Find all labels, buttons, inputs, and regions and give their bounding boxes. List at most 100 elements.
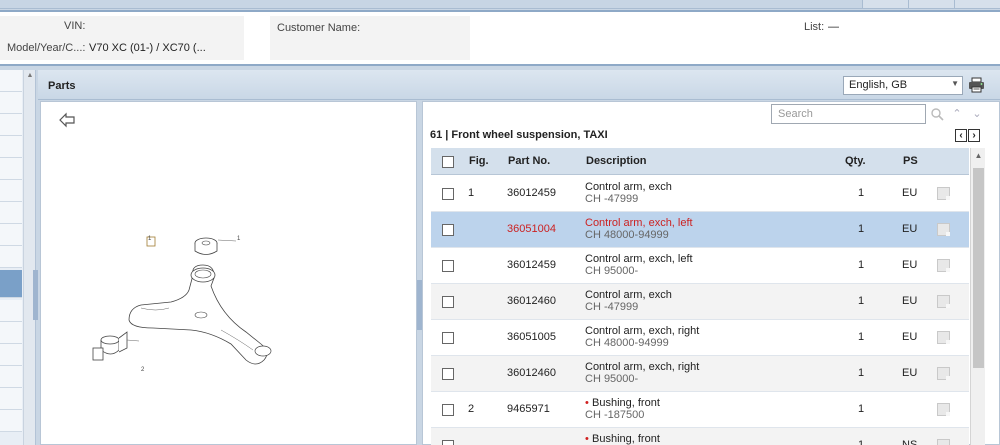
nav-row[interactable] <box>0 92 22 114</box>
parts-table: Fig. Part No. Description Qty. PS 1 3601… <box>431 148 985 445</box>
row-ps: EU <box>902 331 918 343</box>
table-row[interactable]: 1 36012459 Control arm, exch CH -47999 1… <box>431 176 969 212</box>
collapse-left-handle[interactable] <box>33 270 38 320</box>
previous-result-icon[interactable]: ⌃ <box>948 105 966 123</box>
nav-row[interactable] <box>0 224 22 246</box>
row-ps: EU <box>902 259 918 271</box>
bullet-icon: • <box>585 433 589 445</box>
row-checkbox[interactable] <box>442 224 454 236</box>
nav-row[interactable] <box>0 410 22 432</box>
row-description: Control arm, exch <box>585 181 672 193</box>
nav-row[interactable] <box>0 114 22 136</box>
nav-row[interactable] <box>0 158 22 180</box>
prev-page-button[interactable]: ‹ <box>955 129 967 142</box>
table-row-selected[interactable]: 36051004 Control arm, exch, left CH 4800… <box>431 212 969 248</box>
row-description-sub: CH 48000-94999 <box>585 229 669 241</box>
row-qty: 1 <box>858 439 865 445</box>
row-qty: 1 <box>858 403 865 415</box>
row-part-no: 9465971 <box>507 403 550 415</box>
callout-2[interactable]: 2 <box>141 367 144 373</box>
callout-box-label: 1 <box>148 236 152 242</box>
row-qty: 1 <box>858 295 865 307</box>
table-scrollbar[interactable]: ▲ <box>970 148 985 445</box>
row-part-no: 36012459 <box>507 187 556 199</box>
note-icon[interactable] <box>937 223 950 236</box>
row-qty: 1 <box>858 259 865 271</box>
nav-row[interactable] <box>0 300 22 322</box>
row-description: Bushing, front <box>592 433 660 445</box>
nav-row[interactable] <box>0 344 22 366</box>
note-icon[interactable] <box>937 259 950 272</box>
table-row[interactable]: 36012460 Control arm, exch, right CH 950… <box>431 356 969 392</box>
search-input[interactable]: Search <box>771 104 926 124</box>
toolbar-tab[interactable] <box>908 0 954 8</box>
col-description[interactable]: Description <box>586 155 647 167</box>
nav-row[interactable] <box>0 246 22 268</box>
toolbar-tab[interactable] <box>954 0 1000 8</box>
nav-row-selected[interactable] <box>0 270 22 298</box>
table-row[interactable]: 36012460 Control arm, exch CH -47999 1 E… <box>431 284 969 320</box>
note-icon[interactable] <box>937 439 950 445</box>
nav-row[interactable] <box>0 202 22 224</box>
back-arrow-icon[interactable] <box>58 112 76 128</box>
row-qty: 1 <box>858 223 865 235</box>
nav-row[interactable] <box>0 70 22 92</box>
row-description: Control arm, exch, left <box>585 253 693 265</box>
row-ps: EU <box>902 295 918 307</box>
vin-label: VIN: <box>64 20 86 32</box>
row-description: Control arm, exch, right <box>585 325 700 337</box>
scroll-up-icon[interactable]: ▲ <box>971 151 985 160</box>
table-row[interactable]: 2 9465971 • Bushing, front CH -187500 1 <box>431 392 969 428</box>
nav-row[interactable] <box>0 388 22 410</box>
row-part-no: 36051005 <box>507 331 556 343</box>
list-label: List: <box>804 21 825 33</box>
table-row[interactable]: • Bushing, front 1 NS <box>431 428 969 445</box>
select-all-checkbox[interactable] <box>442 156 454 168</box>
row-checkbox[interactable] <box>442 404 454 416</box>
row-checkbox[interactable] <box>442 188 454 200</box>
note-icon[interactable] <box>937 295 950 308</box>
row-checkbox[interactable] <box>442 368 454 380</box>
model-value: V70 XC (01-) / XC70 (... <box>89 42 206 54</box>
nav-row[interactable] <box>0 366 22 388</box>
note-icon[interactable] <box>937 187 950 200</box>
col-ps[interactable]: PS <box>903 155 918 167</box>
chevron-down-icon: ▼ <box>951 79 959 88</box>
next-page-button[interactable]: › <box>968 129 980 142</box>
col-part-no[interactable]: Part No. <box>508 155 550 167</box>
row-description: Control arm, exch, left <box>585 217 693 229</box>
left-scrollbar[interactable]: ▲ <box>23 70 35 445</box>
nav-row[interactable] <box>0 136 22 158</box>
row-description-sub: CH -47999 <box>585 301 639 313</box>
note-icon[interactable] <box>937 403 950 416</box>
row-part-no: 36012460 <box>507 295 556 307</box>
scroll-up-icon[interactable]: ▲ <box>24 72 36 84</box>
callout-1[interactable]: 1 <box>237 236 240 242</box>
row-checkbox[interactable] <box>442 296 454 308</box>
row-description: Control arm, exch <box>585 289 672 301</box>
language-value: English, GB <box>849 79 908 91</box>
table-row[interactable]: 36051005 Control arm, exch, right CH 480… <box>431 320 969 356</box>
nav-row[interactable] <box>0 322 22 344</box>
row-description-sub: CH 48000-94999 <box>585 337 669 349</box>
language-select[interactable]: English, GB ▼ <box>843 76 963 95</box>
top-toolbar <box>0 0 1000 9</box>
scrollbar-thumb[interactable] <box>973 168 984 368</box>
nav-row[interactable] <box>0 180 22 202</box>
customer-name-label: Customer Name: <box>277 22 361 34</box>
search-icon[interactable] <box>928 105 946 123</box>
row-checkbox[interactable] <box>442 260 454 272</box>
col-fig[interactable]: Fig. <box>469 155 489 167</box>
toolbar-tab[interactable] <box>862 0 908 8</box>
next-result-icon[interactable]: ⌄ <box>968 105 986 123</box>
row-ps: EU <box>902 187 918 199</box>
suspension-diagram[interactable] <box>81 220 301 395</box>
table-row[interactable]: 36012459 Control arm, exch, left CH 9500… <box>431 248 969 284</box>
note-icon[interactable] <box>937 331 950 344</box>
note-icon[interactable] <box>937 367 950 380</box>
col-qty[interactable]: Qty. <box>845 155 866 167</box>
row-checkbox[interactable] <box>442 440 454 445</box>
print-icon[interactable] <box>968 77 985 93</box>
row-checkbox[interactable] <box>442 332 454 344</box>
row-part-no: 36051004 <box>507 223 556 235</box>
